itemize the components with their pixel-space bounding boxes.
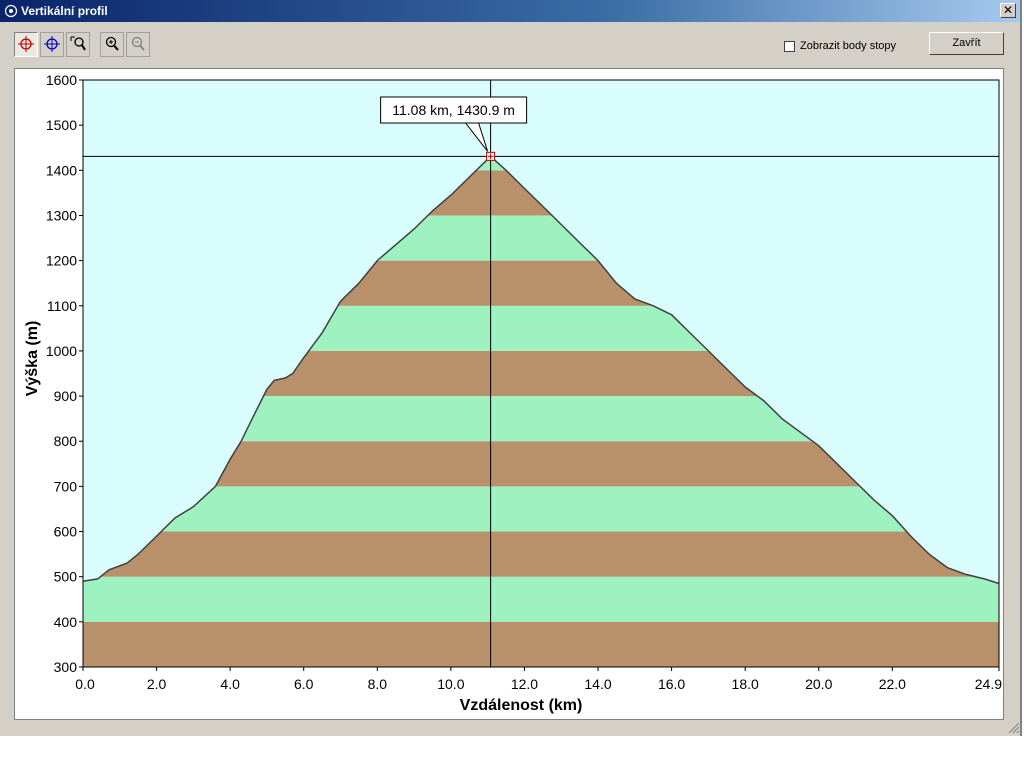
x-tick-label: 4.0	[220, 676, 240, 692]
crosshair-blue-icon	[44, 36, 60, 52]
x-tick-label: 2.0	[147, 676, 167, 692]
app-icon	[4, 4, 18, 18]
y-tick-label: 1000	[46, 343, 77, 359]
y-tick-label: 1300	[46, 207, 77, 223]
x-axis-label: Vzdálenost (km)	[460, 697, 583, 714]
y-tick-label: 1600	[46, 72, 77, 88]
y-tick-label: 600	[54, 524, 78, 540]
x-tick-label: 20.0	[805, 676, 832, 692]
x-tick-label: 8.0	[368, 676, 388, 692]
zoom-region-icon	[70, 36, 86, 51]
elevation-chart[interactable]: 1600 1500 1400 1300 1200 1100 1000 900 800 700 600…	[15, 69, 1003, 719]
y-tick-label: 500	[54, 569, 78, 585]
y-tick-label: 700	[54, 478, 78, 494]
y-tick-label: 900	[54, 388, 78, 404]
elevation-band	[83, 486, 999, 532]
y-tick-label: 800	[54, 433, 78, 449]
x-tick-label: 6.0	[294, 676, 314, 692]
elevation-band	[83, 531, 999, 577]
x-tick-label: 12.0	[511, 676, 538, 692]
window-title: Vertikální profil	[21, 4, 108, 18]
x-tick-label: 22.0	[879, 676, 906, 692]
window-close-button[interactable]: ✕	[1000, 3, 1016, 18]
chart-panel[interactable]: 1600 1500 1400 1300 1200 1100 1000 900 800 700 600…	[14, 68, 1004, 720]
title-bar[interactable]: Vertikální profil ✕	[0, 0, 1020, 22]
zoom-in-tool[interactable]	[100, 32, 124, 57]
elevation-band	[83, 576, 999, 622]
y-tick-label: 1100	[47, 298, 77, 314]
y-tick-label: 300	[54, 659, 78, 675]
crosshair-red-tool[interactable]	[14, 32, 38, 57]
y-tick-label: 1200	[46, 253, 77, 269]
profile-window: Vertikální profil ✕ Zobrazit body stopy …	[0, 0, 1022, 736]
x-tick-label: 10.0	[437, 676, 464, 692]
y-tick-label: 1500	[46, 117, 77, 133]
y-tick-label: 400	[54, 614, 78, 630]
cursor-readout-label: 11.08 km, 1430.9 m	[392, 102, 515, 118]
y-tick-label: 1400	[46, 162, 77, 178]
close-button[interactable]: Zavřít	[929, 32, 1004, 55]
checkbox-box[interactable]	[784, 41, 795, 52]
x-tick-label: 14.0	[584, 676, 611, 692]
x-tick-label: 16.0	[658, 676, 685, 692]
zoom-out-tool[interactable]	[126, 32, 150, 57]
x-tick-label: 24.9	[975, 676, 1002, 692]
elevation-band	[83, 621, 999, 667]
x-tick-label: 18.0	[732, 676, 759, 692]
x-tick-label: 0.0	[75, 676, 95, 692]
show-points-label: Zobrazit body stopy	[800, 40, 896, 52]
y-axis-label: Výška (m)	[24, 321, 41, 397]
crosshair-red-icon	[18, 36, 34, 52]
zoom-in-icon	[105, 36, 119, 51]
zoom-out-icon	[131, 36, 145, 51]
zoom-region-tool[interactable]	[66, 32, 90, 57]
crosshair-blue-tool[interactable]	[40, 32, 64, 57]
resize-grip-icon[interactable]	[1008, 722, 1020, 734]
